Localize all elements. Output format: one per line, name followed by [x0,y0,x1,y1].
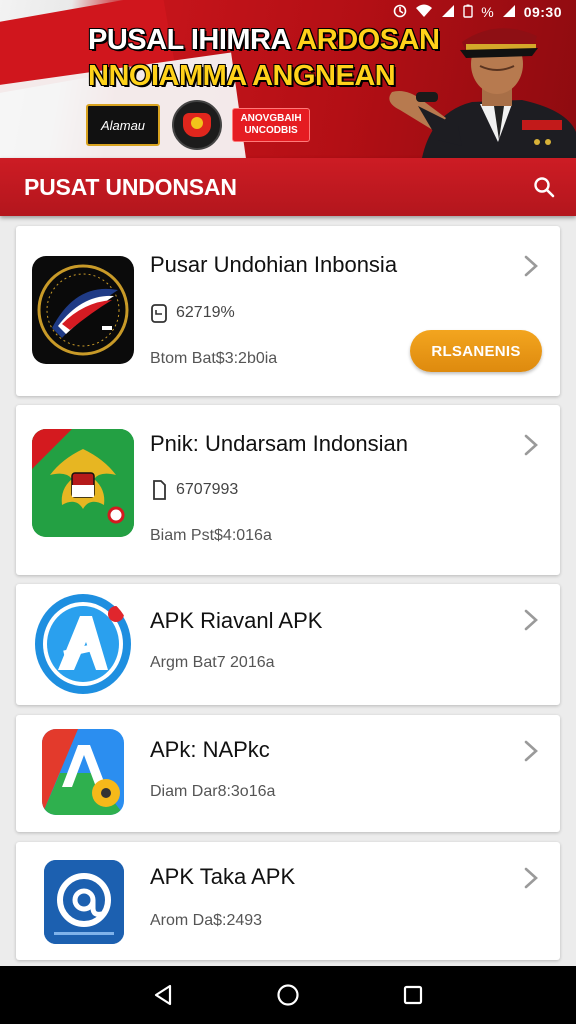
list-item[interactable]: APk: NAPkc Diam Dar8:3o16a [16,715,560,832]
recents-button[interactable] [393,975,433,1015]
app-date: Diam Dar8:3o16a [150,783,276,800]
banner-emblem-icon [172,100,222,150]
banner-badge: ANOVGBAIH UNCODBIS [232,108,310,142]
list-item[interactable]: Pusar Undohian Inbonsia 62719% Btom Bat$… [16,226,560,396]
app-icon-taka [44,860,124,944]
chevron-right-icon [524,740,538,762]
home-button[interactable] [268,975,308,1015]
download-button[interactable]: RLSANENIS [410,330,542,372]
status-time: 09:30 [523,4,562,20]
wifi-icon [415,4,433,21]
recents-square-icon [404,985,423,1005]
app-date: Arom Da$:2493 [150,912,263,929]
app-date: Argm Bat7 2016a [150,654,275,671]
signal-icon-2 [502,4,516,21]
app-bar: PUSAT UNDONSAN [0,158,576,216]
chevron-right-icon [524,609,538,631]
app-name: APk: NAPkc [150,737,270,762]
back-button[interactable] [143,975,183,1015]
app-icon-napkc [42,729,124,815]
signal-icon [441,4,455,21]
status-bar: % 09:30 [0,0,576,24]
app-name: APK Taka APK [150,864,296,889]
back-triangle-icon [154,984,171,1006]
officer-portrait-icon [389,28,576,158]
list-item[interactable]: APK Riavanl APK Argm Bat7 2016a [16,584,560,705]
list-item[interactable]: Pnik: Undarsam Indonsian 6707993 Biam Ps… [16,405,560,575]
app-name: Pnik: Undarsam Indonsian [150,431,409,456]
banner-logo: Alamau [86,104,160,146]
home-circle-icon [277,984,299,1006]
app-icon-garuda [32,429,134,537]
page-title: PUSAT UNDONSAN [24,173,237,200]
app-icon-apk-riavanl [34,592,132,696]
list-item[interactable]: APK Taka APK Arom Da$:2493 [16,842,560,960]
app-date: Btom Bat$3:2b0ia [150,350,278,367]
banner-title-line2: NNOIAMMA ANGNEAN [88,60,396,92]
system-nav-bar [0,966,576,1024]
app-date: Biam Pst$4:016a [150,527,272,544]
search-icon [534,177,555,198]
chevron-right-icon [524,434,538,456]
promo-banner[interactable]: % 09:30 PUSAL IHIMRA ARDOSAN NNOIAMMA AN… [0,0,576,158]
battery-text: % [481,4,494,20]
chevron-right-icon [524,255,538,277]
app-name: APK Riavanl APK [150,608,323,633]
chevron-right-icon [524,867,538,889]
battery-saver-icon [463,4,473,21]
app-icon-pusat [32,256,134,364]
app-size: 62719% [150,302,235,324]
sync-icon [393,4,407,21]
package-icon [151,304,167,323]
file-icon [153,480,166,500]
app-size: 6707993 [150,479,238,501]
app-name: Pusar Undohian Inbonsia [150,252,398,277]
search-button[interactable] [528,171,560,203]
